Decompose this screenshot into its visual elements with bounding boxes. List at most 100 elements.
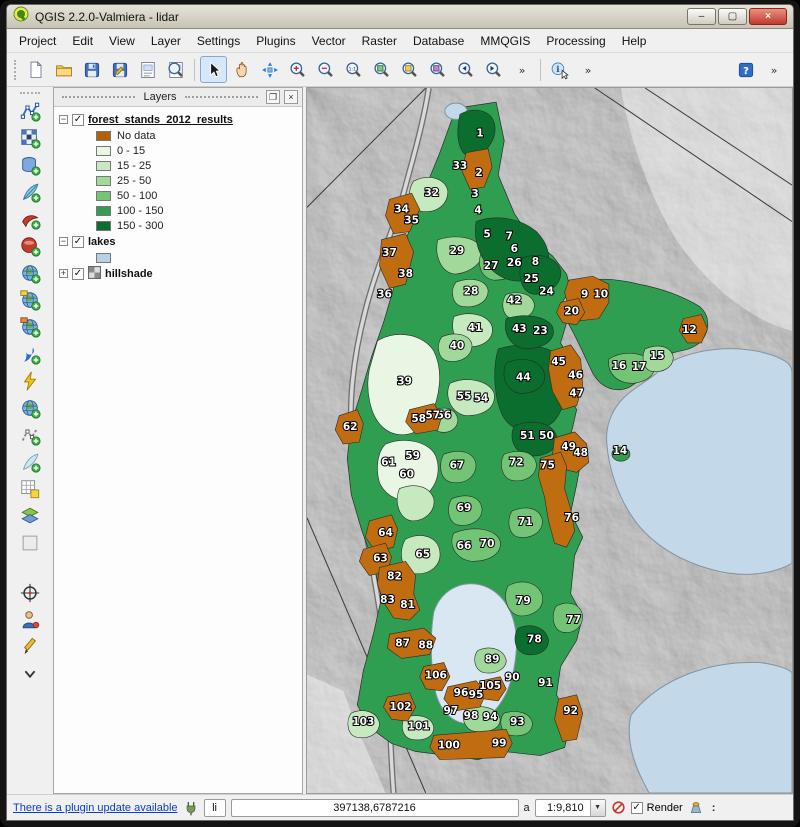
maximize-button[interactable]: ▢ [718, 8, 747, 25]
menu-raster[interactable]: Raster [354, 31, 405, 51]
layer-row-lakes[interactable]: −✓lakes [56, 233, 300, 250]
panel-grip-left [62, 96, 135, 98]
touch-zoom-button[interactable] [200, 56, 227, 83]
new-gpx-layer-button[interactable] [17, 476, 43, 502]
remove-layer-button[interactable] [17, 530, 43, 556]
gps-information-button[interactable] [17, 607, 43, 633]
crs-status-button[interactable] [688, 800, 704, 816]
zoom-last-button[interactable] [452, 56, 479, 83]
menu-layer[interactable]: Layer [143, 31, 189, 51]
add-spatialite-layer-button[interactable] [17, 179, 43, 205]
menu-processing[interactable]: Processing [538, 31, 613, 51]
add-wms-layer-button[interactable] [17, 260, 43, 286]
legend-swatch [96, 253, 111, 263]
menu-mmqgis[interactable]: MMQGIS [472, 31, 538, 51]
main-toolbar: 1:1»i»?» [7, 53, 793, 87]
style-manager-button[interactable] [17, 503, 43, 529]
toolbar-overflow-1-button[interactable]: » [508, 56, 535, 83]
menu-project[interactable]: Project [11, 31, 64, 51]
toolbar-overflow-3-button[interactable]: » [760, 56, 787, 83]
menu-help[interactable]: Help [614, 31, 655, 51]
sidebar-overflow-icon [19, 663, 41, 685]
layer-checkbox[interactable]: ✓ [72, 236, 84, 248]
zoom-native-button[interactable]: 1:1 [340, 56, 367, 83]
coordinate-display[interactable]: 397138,6787216 [231, 799, 519, 817]
zoom-next-button[interactable] [480, 56, 507, 83]
toolbar-overflow-2-button[interactable]: » [574, 56, 601, 83]
new-spatialite-layer-button[interactable] [17, 449, 43, 475]
zoom-to-selection-button[interactable] [396, 56, 423, 83]
add-postgis-layer-button[interactable] [17, 152, 43, 178]
map-svg[interactable]: 1234567891012141516172023242526272829323… [307, 88, 792, 793]
zoom-full-button[interactable] [368, 56, 395, 83]
add-web-layer-button[interactable] [17, 395, 43, 421]
menu-settings[interactable]: Settings [189, 31, 248, 51]
composer-manager-button[interactable] [162, 56, 189, 83]
zoom-out-button[interactable] [312, 56, 339, 83]
add-sqlanywhere-layer-button[interactable] [17, 368, 43, 394]
chevron-down-icon[interactable]: ▼ [590, 799, 605, 817]
new-shapefile-layer-button[interactable] [17, 422, 43, 448]
layer-expander[interactable]: − [59, 237, 68, 246]
render-checkbox-box[interactable]: ✓ [631, 802, 643, 814]
open-project-button[interactable] [50, 56, 77, 83]
zoom-to-layer-icon [428, 60, 448, 80]
plugin-icon[interactable] [183, 800, 199, 816]
save-project-as-button[interactable] [106, 56, 133, 83]
plugin-update-link[interactable]: There is a plugin update available [13, 802, 178, 814]
text-annotation-button[interactable] [17, 634, 43, 660]
save-project-button[interactable] [78, 56, 105, 83]
new-print-composer-button[interactable] [134, 56, 161, 83]
qgis-window: QGIS 2.2.0-Valmiera - lidar – ▢ × Projec… [6, 4, 794, 821]
layer-expander[interactable]: + [59, 269, 68, 278]
panel-close-button[interactable]: × [284, 90, 298, 104]
titlebar[interactable]: QGIS 2.2.0-Valmiera - lidar – ▢ × [7, 5, 793, 29]
pan-to-selection-button[interactable] [256, 56, 283, 83]
stand-label-2: 2 [475, 167, 482, 179]
close-button[interactable]: × [749, 8, 787, 25]
stand-label-64: 64 [378, 527, 393, 539]
menu-plugins[interactable]: Plugins [248, 31, 303, 51]
add-wfs-layer-button[interactable] [17, 314, 43, 340]
render-checkbox[interactable]: ✓ Render [631, 802, 683, 814]
scale-combobox[interactable]: 1:9,810 ▼ [535, 799, 606, 817]
stand-label-37: 37 [382, 247, 397, 259]
toolbar-grip[interactable] [14, 60, 17, 80]
sidebar-overflow-button[interactable] [17, 661, 43, 687]
stop-render-icon[interactable] [611, 800, 626, 815]
menu-database[interactable]: Database [405, 31, 472, 51]
map-canvas[interactable]: 1234567891012141516172023242526272829323… [306, 87, 793, 794]
add-raster-layer-button[interactable] [17, 125, 43, 151]
layers-panel-header[interactable]: Layers ❐ × [54, 88, 302, 107]
add-vector-layer-button[interactable] [17, 98, 43, 124]
help-contents-button[interactable]: ? [732, 56, 759, 83]
pan-map-button[interactable] [228, 56, 255, 83]
side-toolbar-grip[interactable] [20, 92, 40, 94]
zoom-to-layer-button[interactable] [424, 56, 451, 83]
messages-button[interactable]: : [709, 802, 719, 814]
menu-view[interactable]: View [101, 31, 143, 51]
layer-row-forest_stands_2012_results[interactable]: −✓forest_stands_2012_results [56, 111, 300, 128]
new-project-button[interactable] [22, 56, 49, 83]
add-oracle-layer-button[interactable] [17, 233, 43, 259]
stand-label-103: 103 [352, 716, 374, 728]
layer-checkbox[interactable]: ✓ [72, 114, 84, 126]
stand-label-39: 39 [397, 375, 412, 387]
layer-expander[interactable]: − [59, 115, 68, 124]
coordinate-capture-button[interactable] [17, 580, 43, 606]
stand-label-63: 63 [373, 552, 388, 564]
zoom-in-button[interactable] [284, 56, 311, 83]
layer-row-hillshade[interactable]: +✓hillshade [56, 265, 300, 282]
add-mssql-layer-button[interactable] [17, 206, 43, 232]
coordinate-extents-toggle[interactable]: a [524, 802, 530, 814]
add-wcs-layer-button[interactable] [17, 287, 43, 313]
minimize-button[interactable]: – [687, 8, 716, 25]
stand-label-81: 81 [400, 599, 415, 611]
menu-edit[interactable]: Edit [64, 31, 101, 51]
menu-vector[interactable]: Vector [304, 31, 354, 51]
stand-label-9: 9 [581, 288, 588, 300]
add-delimited-text-layer-button[interactable] [17, 341, 43, 367]
layer-checkbox[interactable]: ✓ [72, 268, 84, 280]
panel-float-button[interactable]: ❐ [266, 90, 280, 104]
identify-features-button[interactable]: i [546, 56, 573, 83]
